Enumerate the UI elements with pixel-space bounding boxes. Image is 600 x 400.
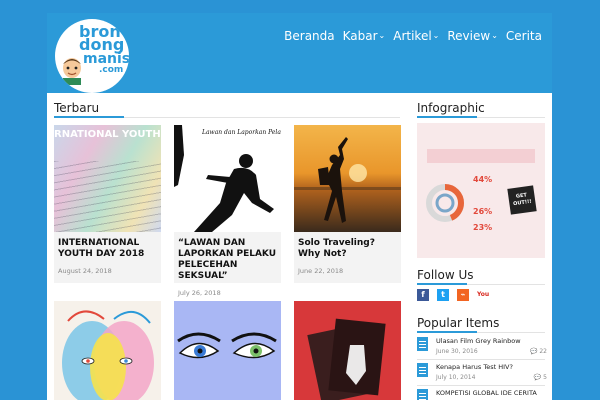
chevron-down-icon: ⌄ [491,31,498,40]
nav-label: Review [447,29,491,43]
section-underline [54,116,124,118]
twitter-icon[interactable]: t [437,289,449,301]
popular-item[interactable]: KOMPETISI GLOBAL IDE CERITA [417,389,547,400]
document-icon [417,337,428,351]
site-logo[interactable]: bron dong manis .com [55,19,129,93]
section-underline [417,116,477,118]
social-links: f t ⌁ You [417,289,489,301]
post-date: June 22, 2018 [298,267,344,275]
nav-label: Cerita [505,29,542,43]
mascot-icon [63,58,81,85]
nav-item-artikel[interactable]: Artikel ⌄ [393,28,439,44]
popular-item[interactable]: Ulasan Film Grey Rainbow June 30, 2016 💬… [417,337,547,357]
faces-illustration-icon [62,310,154,400]
popular-item-title[interactable]: KOMPETISI GLOBAL IDE CERITA [436,389,546,397]
chevron-down-icon: ⌄ [432,31,440,40]
site-header: bron dong manis .com Beranda Kabar ⌄ Arti… [47,13,552,93]
post-thumbnail[interactable] [174,301,281,400]
donut-chart-icon [426,184,464,222]
document-icon [417,363,428,377]
section-title-terbaru: Terbaru [54,101,100,115]
post-title[interactable]: INTERNATIONAL YOUTH DAY 2018 [58,238,157,260]
infographic-badge: GET OUT!!! [507,185,537,215]
nav-item-kabar[interactable]: Kabar ⌄ [343,28,386,44]
popular-item-date: July 10, 2014 [436,374,476,381]
comment-count-value: 22 [539,348,547,355]
silhouette-icon [174,125,274,232]
popular-item[interactable]: Kenapa Harus Test HIV? July 10, 2014 💬 5 [417,363,547,383]
main-nav: Beranda Kabar ⌄ Artikel ⌄ Review ⌄ Cerita [284,28,542,44]
scribbles [54,161,161,232]
popular-item-title[interactable]: Ulasan Film Grey Rainbow [436,337,546,345]
document-icon [417,389,428,400]
logo-text-4: .com [99,65,124,75]
eyes-illustration-icon [177,332,277,359]
post-thumbnail[interactable] [294,125,401,232]
nav-item-beranda[interactable]: Beranda [284,28,334,44]
post-card[interactable]: Lawan dan Laporkan Pelaku Pe “LAWAN DAN … [174,125,281,297]
youtube-icon[interactable]: You [477,289,489,301]
sidebar-title-follow: Follow Us [417,268,474,282]
infographic-stat: 23% [473,223,493,232]
facebook-icon[interactable]: f [417,289,429,301]
nav-item-cerita[interactable]: Cerita [506,28,542,44]
infographic-banner [427,149,535,163]
book-illustration-icon [307,318,386,400]
rss-icon[interactable]: ⌁ [457,289,469,301]
post-thumbnail[interactable]: Lawan dan Laporkan Pelaku Pe [174,125,281,232]
popular-item-title[interactable]: Kenapa Harus Test HIV? [436,363,546,371]
divider [417,385,545,386]
post-date: July 26, 2018 [178,289,221,297]
comment-count: 💬 5 [534,374,547,382]
comment-count: 💬 22 [530,348,547,356]
post-thumbnail[interactable] [54,301,161,400]
nav-label: Artikel [393,29,432,43]
infographic-image[interactable]: 44% 26% 23% GET OUT!!! [417,123,545,258]
post-title[interactable]: Solo Traveling? Why Not? [298,238,397,260]
infographic-stat: 26% [473,207,493,216]
post-title[interactable]: “LAWAN DAN LAPORKAN PELAKU PELECEHAN SEK… [178,238,277,282]
nav-label: Beranda [284,29,335,43]
logo-text-3: manis [83,51,129,67]
page-wrapper: bron dong manis .com Beranda Kabar ⌄ Arti… [47,13,552,400]
sidebar-title-popular: Popular Items [417,316,500,330]
post-date: August 24, 2018 [58,267,112,275]
post-card[interactable]: Solo Traveling? Why Not? June 22, 2018 [294,125,401,283]
post-thumbnail[interactable]: RNATIONAL YOUTH [54,125,161,232]
comment-icon: 💬 [529,348,540,355]
infographic-stat: 44% [473,175,493,184]
popular-item-date: June 30, 2016 [436,348,478,355]
post-card[interactable]: RNATIONAL YOUTH INTERNATIONAL YOUTH DAY … [54,125,161,283]
divider [417,359,545,360]
post-thumbnail[interactable] [294,301,401,400]
sidebar-title-infographic: Infographic [417,101,485,115]
comment-count-value: 5 [543,374,547,381]
comment-icon: 💬 [533,374,544,381]
chevron-down-icon: ⌄ [378,31,386,40]
traveler-silhouette-icon [294,137,401,223]
nav-item-review[interactable]: Review ⌄ [447,28,498,44]
logo-text-2: dong [79,35,125,54]
thumbnail-caption: RNATIONAL YOUTH [54,129,161,140]
section-underline [417,331,477,333]
section-underline [417,283,467,285]
nav-label: Kabar [342,29,378,43]
